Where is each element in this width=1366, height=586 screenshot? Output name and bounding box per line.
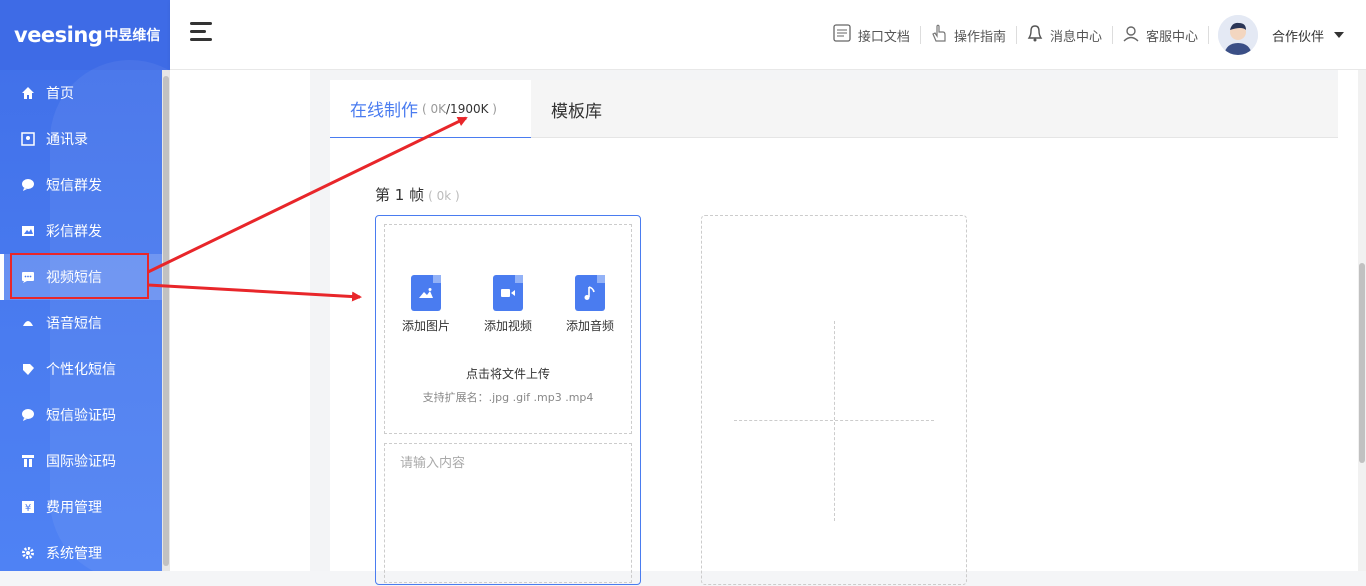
sidebar-item-label: 短信验证码 [46, 408, 116, 424]
tab-templates-label: 模板库 [551, 101, 602, 122]
contacts-icon [20, 131, 36, 147]
add-video-label: 添加视频 [483, 319, 532, 333]
logo-cn: 中昱维信 [104, 28, 161, 44]
top-bar: 接口文档 操作指南 消息中心 客服中心 合作伙伴 [170, 0, 1366, 70]
sidebar-item-billing[interactable]: ¥ 费用管理 [0, 484, 170, 530]
sidebar-item-intl-code[interactable]: 国际验证码 [0, 438, 170, 484]
annotation-highlight-box [10, 253, 149, 299]
image-icon [411, 275, 441, 311]
sidebar-item-label: 首页 [46, 86, 74, 102]
user-name: 合作伙伴 [1271, 29, 1324, 45]
support-center-label: 客服中心 [1145, 29, 1198, 45]
sidebar-item-label: 通讯录 [46, 132, 88, 148]
sidebar-scroll-thumb[interactable] [163, 76, 169, 566]
sidebar-scrollbar[interactable] [162, 70, 170, 571]
frame-size: ( 0k ) [428, 189, 460, 203]
sidebar-item-label: 短信群发 [46, 178, 102, 194]
add-audio-button[interactable]: 添加音频 [558, 275, 622, 334]
sidebar-item-home[interactable]: 首页 [0, 70, 170, 116]
frame-editor: 添加图片 添加视频 添加音频 点击将文件上传 支持扩展名：.jpg .gif .… [375, 215, 641, 585]
sidebar-item-contacts[interactable]: 通讯录 [0, 116, 170, 162]
size-counter: ( 0K/1900K ) [422, 101, 497, 116]
editor-card: 在线制作 ( 0K/1900K ) 模板库 第 1 帧( 0k ) 添加图片 添… [330, 80, 1338, 585]
sidebar-item-label: 语音短信 [46, 316, 102, 332]
guide-link[interactable]: 操作指南 [919, 23, 1016, 47]
size-used: 0K [430, 101, 447, 116]
message-center-link[interactable]: 消息中心 [1015, 23, 1112, 47]
sidebar-item-voice-sms[interactable]: 语音短信 [0, 300, 170, 346]
add-video-button[interactable]: 添加视频 [476, 275, 540, 334]
chevron-down-icon[interactable] [1334, 32, 1344, 38]
tab-template-library[interactable]: 模板库 [531, 80, 622, 138]
sidebar-item-label: 费用管理 [46, 500, 102, 516]
music-icon [575, 275, 605, 311]
sms-icon [20, 177, 36, 193]
home-icon [20, 85, 36, 101]
page-scrollbar[interactable] [1358, 70, 1366, 571]
sidebar-item-label: 个性化短信 [46, 362, 116, 378]
api-docs-label: 接口文档 [857, 29, 910, 45]
logo[interactable]: veesing 中昱维信 [0, 0, 170, 70]
page-scroll-thumb[interactable] [1359, 263, 1365, 463]
tab-bar: 在线制作 ( 0K/1900K ) 模板库 [330, 80, 1338, 138]
message-center-label: 消息中心 [1049, 29, 1102, 45]
doc-icon [832, 23, 852, 47]
plus-icon-vertical [834, 321, 835, 521]
sidebar-item-label: 系统管理 [46, 546, 102, 562]
support-icon [1122, 24, 1140, 46]
api-docs-link[interactable]: 接口文档 [822, 24, 920, 46]
logo-text: veesing [14, 23, 103, 47]
sidebar-item-sms[interactable]: 短信群发 [0, 162, 170, 208]
add-image-button[interactable]: 添加图片 [394, 275, 458, 334]
add-image-label: 添加图片 [401, 319, 450, 333]
gear-icon [20, 545, 36, 561]
upload-zone[interactable]: 添加图片 添加视频 添加音频 点击将文件上传 支持扩展名：.jpg .gif .… [384, 224, 632, 434]
video-icon [493, 275, 523, 311]
sidebar-item-sms-code[interactable]: 短信验证码 [0, 392, 170, 438]
user-menu[interactable]: 合作伙伴 [1207, 15, 1366, 55]
text-zone [384, 443, 632, 583]
sidebar-item-mms[interactable]: 彩信群发 [0, 208, 170, 254]
intl-code-icon [20, 453, 36, 469]
avatar[interactable] [1217, 15, 1258, 55]
tab-online-create[interactable]: 在线制作 ( 0K/1900K ) [330, 80, 531, 138]
main-content: 在线制作 ( 0K/1900K ) 模板库 第 1 帧( 0k ) 添加图片 添… [170, 70, 1366, 585]
sidebar-item-system[interactable]: 系统管理 [0, 530, 170, 571]
voice-sms-icon [20, 315, 36, 331]
hand-icon [930, 23, 948, 47]
frame-title-text: 第 1 帧 [375, 186, 425, 204]
frame-title: 第 1 帧( 0k ) [375, 184, 460, 205]
sms-code-icon [20, 407, 36, 423]
content-input[interactable] [385, 444, 631, 582]
sidebar-menu: 首页 通讯录 短信群发 彩信群发 视频短信 语音短信 个性化短信 短信验证码 国… [0, 70, 170, 571]
menu-toggle-icon[interactable] [190, 22, 212, 44]
upload-hint: 点击将文件上传 [465, 367, 550, 381]
yen-icon: ¥ [20, 499, 36, 515]
support-center-link[interactable]: 客服中心 [1111, 24, 1208, 46]
sidebar-item-label: 国际验证码 [46, 454, 116, 470]
add-audio-label: 添加音频 [565, 319, 614, 333]
sidebar-item-personalized-sms[interactable]: 个性化短信 [0, 346, 170, 392]
size-total: /1900K [446, 101, 489, 116]
tab-online-label: 在线制作 [350, 101, 418, 121]
guide-label: 操作指南 [953, 29, 1006, 45]
add-frame-button[interactable] [701, 215, 967, 585]
sidebar-item-label: 彩信群发 [46, 224, 102, 240]
top-links: 接口文档 操作指南 消息中心 客服中心 合作伙伴 [822, 0, 1366, 70]
svg-text:¥: ¥ [25, 503, 31, 514]
bell-icon [1026, 23, 1044, 47]
upload-extensions: 支持扩展名：.jpg .gif .mp3 .mp4 [422, 391, 594, 404]
mms-icon [20, 223, 36, 239]
personalized-sms-icon [20, 361, 36, 377]
